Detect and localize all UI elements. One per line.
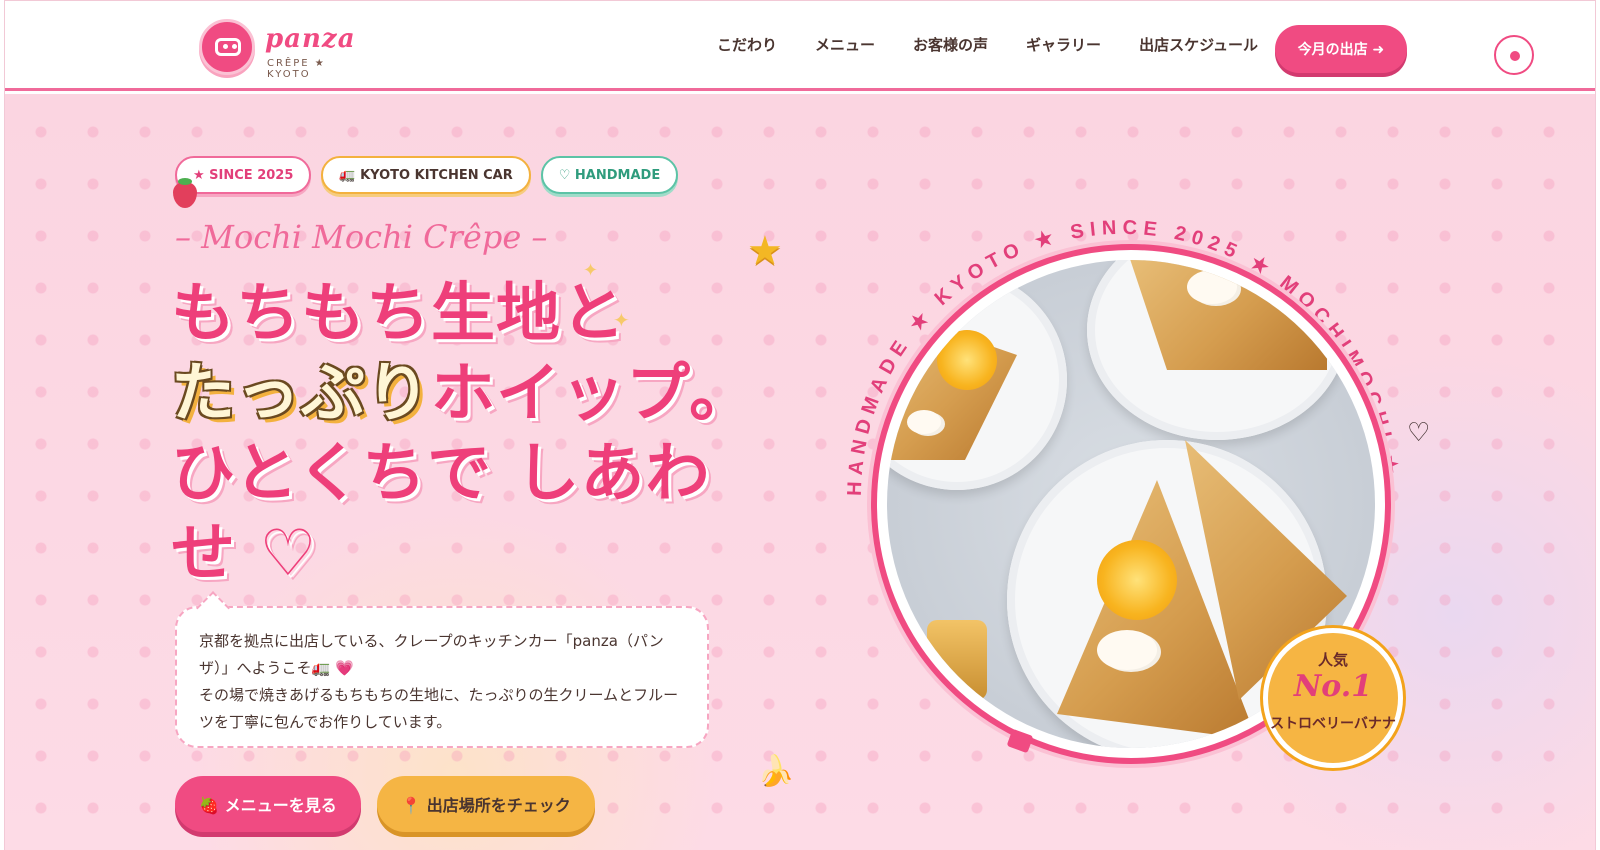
view-menu-button[interactable]: 🍓 メニューを見る	[175, 776, 361, 832]
popular-item: ストロベリーバナナ	[1270, 716, 1396, 732]
logo-mark-icon	[199, 19, 255, 75]
site-header: panza CRÊPE ★ KYOTO こだわり メニュー お客様の声 ギャラリ…	[5, 1, 1595, 91]
monthly-schedule-button[interactable]: 今月の出店 ➜	[1275, 25, 1407, 73]
intro-paragraph-1: 京都を拠点に出店している、クレープのキッチンカー「panza（パンザ）」へようこ…	[199, 632, 664, 677]
main-nav: こだわり メニュー お客様の声 ギャラリー 出店スケジュール	[717, 34, 1296, 62]
headline-line2: ホイップ。	[431, 357, 755, 431]
sparkle-icon: ✦	[583, 260, 599, 281]
badge-kitchen-car: 🚛 KYOTO KITCHEN CAR	[321, 156, 531, 194]
nav-item-gallery[interactable]: ギャラリー	[1026, 34, 1101, 62]
sparkle-icon: ✦	[613, 308, 630, 332]
intro-paragraph-2: その場で焼きあげるもちもちの生地に、たっぷりの生クリームとフルーツを丁寧に包んで…	[199, 686, 679, 731]
intro-speech-bubble: 京都を拠点に出店している、クレープのキッチンカー「panza（パンザ）」へようこ…	[175, 606, 709, 748]
nav-item-voices[interactable]: お客様の声	[913, 34, 988, 62]
hero-tagline: – Mochi Mochi Crêpe –	[175, 218, 548, 256]
hero-headline: もちもち生地と たっぷりホイップ。 ひとくちで しあわ せ ♡	[171, 274, 791, 594]
banana-icon: 🍌	[757, 754, 795, 789]
star-icon: ★	[747, 228, 783, 274]
headline-line1: もちもち生地と	[171, 277, 626, 351]
popular-no1-badge: 人気 No.1 ストロベリーバナナ	[1263, 628, 1403, 768]
nav-item-menu[interactable]: メニュー	[815, 34, 875, 62]
nav-item-schedule[interactable]: 出店スケジュール	[1139, 34, 1258, 62]
page-frame: panza CRÊPE ★ KYOTO こだわり メニュー お客様の声 ギャラリ…	[4, 0, 1596, 850]
nav-item-kodawari[interactable]: こだわり	[717, 34, 777, 62]
popular-rank: No.1	[1293, 669, 1373, 704]
theme-toggle-icon[interactable]	[1494, 35, 1534, 75]
logo-subtitle: CRÊPE ★ KYOTO	[267, 58, 326, 80]
check-location-button[interactable]: 📍 出店場所をチェック	[377, 776, 595, 832]
site-logo[interactable]: panza CRÊPE ★ KYOTO	[199, 18, 369, 80]
heart-icon: ♡	[1407, 418, 1431, 448]
headline-accent: たっぷり	[171, 357, 431, 431]
headline-line3: ひとくちで しあわ	[171, 437, 711, 511]
logo-wordmark: panza	[265, 24, 356, 54]
hero-section: ★ SINCE 2025 🚛 KYOTO KITCHEN CAR ♡ HANDM…	[5, 94, 1595, 850]
hero-badges: ★ SINCE 2025 🚛 KYOTO KITCHEN CAR ♡ HANDM…	[175, 156, 679, 194]
headline-line4: せ ♡	[171, 517, 318, 591]
badge-handmade: ♡ HANDMADE	[540, 156, 679, 194]
popular-label: 人気	[1317, 651, 1348, 669]
